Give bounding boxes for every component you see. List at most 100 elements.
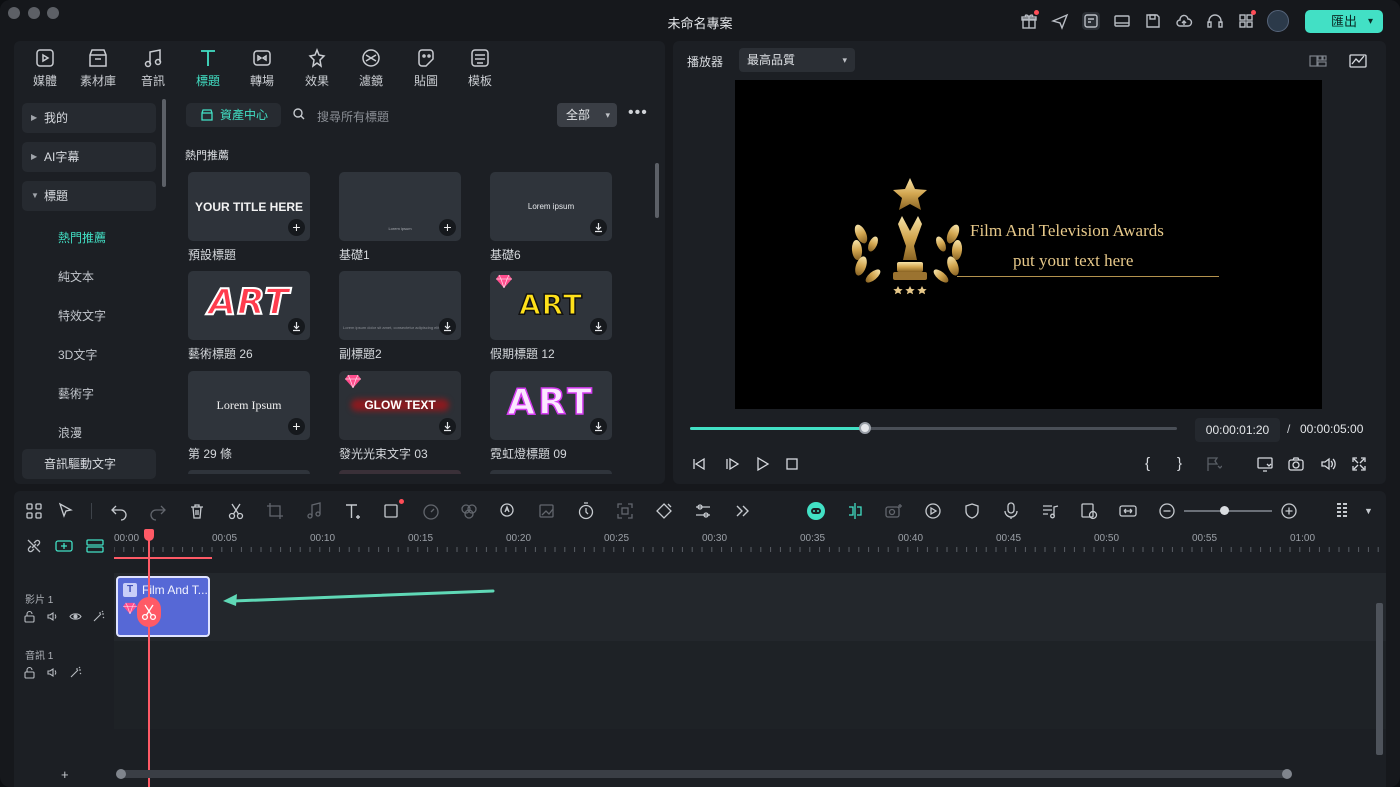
tab-audio[interactable]: 音訊 — [130, 47, 176, 89]
sidebar-subitem-popular[interactable]: 熱門推薦 — [58, 229, 106, 246]
title-card[interactable] — [339, 470, 461, 474]
eye-icon[interactable] — [69, 610, 82, 623]
tab-templates[interactable]: 模板 — [457, 47, 503, 89]
sidebar-subitem-art-text[interactable]: 藝術字 — [58, 385, 94, 402]
progress-knob[interactable] — [859, 422, 872, 434]
sidebar-scrollbar[interactable] — [162, 99, 166, 187]
select-pointer-icon[interactable] — [56, 501, 76, 521]
next-frame-icon[interactable] — [722, 455, 740, 473]
undo-icon[interactable] — [109, 501, 129, 521]
tab-effects[interactable]: 效果 — [294, 47, 340, 89]
lock-icon[interactable] — [23, 610, 36, 623]
more-options-button[interactable]: ••• — [628, 104, 648, 122]
media-replace-icon[interactable] — [1079, 501, 1099, 521]
speaker-icon[interactable] — [46, 610, 59, 623]
scope-icon[interactable] — [1349, 52, 1367, 70]
add-track-button[interactable]: + — [61, 767, 69, 782]
category-filter-select[interactable]: 全部 ▾ — [557, 103, 617, 127]
sidebar-item-titles[interactable]: ▼ 標題 — [22, 181, 156, 211]
title-card[interactable]: ART 假期標題 12 — [490, 271, 612, 362]
lock-icon[interactable] — [23, 666, 36, 679]
microphone-icon[interactable] — [1001, 501, 1021, 521]
title-card[interactable]: Lorem ipsum 基礎6 — [490, 172, 612, 263]
sidebar-item-audio-driven[interactable]: 音訊驅動文字 — [22, 449, 156, 479]
download-icon[interactable] — [439, 318, 456, 335]
mark-in-button[interactable]: { — [1145, 455, 1150, 472]
title-card[interactable] — [490, 470, 612, 474]
download-icon[interactable] — [590, 219, 607, 236]
sidebar-subitem-3d-text[interactable]: 3D文字 — [58, 346, 97, 363]
asset-center-button[interactable]: 資產中心 — [186, 103, 281, 127]
playhead[interactable] — [148, 533, 150, 787]
title-card[interactable]: Lorem Ipsum + 第 29 條 — [188, 371, 310, 462]
headset-icon[interactable] — [1206, 12, 1224, 30]
time-ruler[interactable]: 00:00 00:05 00:10 00:15 00:20 00:25 00:3… — [114, 531, 1386, 559]
quality-select[interactable]: 最高品質 ▾ — [739, 48, 855, 72]
title-card[interactable]: Lorem ipsum dolor sit amet, consectetur … — [339, 271, 461, 362]
export-button[interactable]: 匯出 ▾ — [1305, 10, 1383, 33]
title-card[interactable]: YOUR TITLE HERE + 預設標題 — [188, 172, 310, 263]
tab-stickers[interactable]: 貼圖 — [403, 47, 449, 89]
track-manager-icon[interactable] — [86, 538, 104, 554]
zoom-slider-knob[interactable] — [1220, 506, 1229, 515]
camera-add-icon[interactable] — [884, 501, 904, 521]
volume-icon[interactable] — [1319, 455, 1337, 473]
download-icon[interactable] — [590, 318, 607, 335]
sidebar-item-ai-captions[interactable]: ▶ AI字幕 — [22, 142, 156, 172]
scroll-handle-left[interactable] — [116, 769, 126, 779]
adjust-sliders-icon[interactable] — [693, 501, 713, 521]
audio-track-lane[interactable] — [114, 641, 1386, 729]
color-icon[interactable] — [459, 501, 479, 521]
ai-assistant-icon[interactable] — [806, 501, 826, 521]
cloud-upload-icon[interactable] — [1175, 12, 1193, 30]
fit-timeline-icon[interactable] — [1118, 501, 1138, 521]
download-icon[interactable] — [439, 418, 456, 435]
magic-wand-icon[interactable] — [92, 610, 105, 623]
scroll-handle-right[interactable] — [1282, 769, 1292, 779]
stop-icon[interactable] — [783, 455, 801, 473]
shield-icon[interactable] — [962, 501, 982, 521]
crop-icon[interactable] — [265, 501, 285, 521]
speaker-icon[interactable] — [46, 666, 59, 679]
download-icon[interactable] — [288, 318, 305, 335]
title-card[interactable]: GLOW TEXT 發光光束文字 03 — [339, 371, 461, 462]
add-icon[interactable]: + — [288, 418, 305, 435]
work-area-range[interactable] — [114, 557, 212, 559]
image-edit-icon[interactable] — [537, 501, 557, 521]
layout-icon[interactable] — [1113, 12, 1131, 30]
send-icon[interactable] — [1050, 12, 1069, 30]
redo-icon[interactable] — [148, 501, 168, 521]
current-timecode[interactable]: 00:00:01:20 — [1195, 418, 1280, 442]
speed-icon[interactable] — [421, 501, 441, 521]
title-card[interactable]: Lorem ipsum + 基礎1 — [339, 172, 461, 263]
auto-reframe-icon[interactable] — [615, 501, 635, 521]
delete-icon[interactable] — [187, 501, 207, 521]
display-icon[interactable] — [1256, 455, 1274, 473]
zoom-out-icon[interactable] — [1157, 501, 1177, 521]
track-view-icon[interactable] — [1334, 501, 1354, 521]
video-track-lane[interactable] — [114, 573, 1386, 641]
zoom-in-icon[interactable] — [1279, 501, 1299, 521]
split-handle[interactable] — [137, 597, 161, 627]
tab-stock[interactable]: 素材庫 — [75, 47, 121, 89]
grid-view-icon[interactable] — [1309, 52, 1327, 70]
layout-grid-icon[interactable] — [24, 501, 44, 521]
sidebar-subitem-effect-text[interactable]: 特效文字 — [58, 307, 106, 324]
play-icon[interactable] — [753, 455, 771, 473]
snap-icon[interactable] — [845, 501, 865, 521]
more-tools-icon[interactable] — [732, 501, 752, 521]
tab-filters[interactable]: 濾鏡 — [348, 47, 394, 89]
avatar[interactable] — [1267, 10, 1289, 32]
previous-frame-icon[interactable] — [690, 455, 708, 473]
marker-icon[interactable] — [1204, 455, 1223, 473]
timer-icon[interactable] — [576, 501, 596, 521]
keyframe-icon[interactable] — [654, 501, 674, 521]
chevron-down-icon[interactable]: ▼ — [1364, 506, 1373, 516]
tab-transitions[interactable]: 轉場 — [239, 47, 285, 89]
add-track-icon[interactable] — [55, 538, 73, 554]
link-icon[interactable] — [26, 538, 42, 554]
sidebar-item-mine[interactable]: ▶ 我的 — [22, 103, 156, 133]
download-icon[interactable] — [590, 418, 607, 435]
snapshot-icon[interactable] — [1287, 455, 1305, 473]
shape-icon[interactable] — [382, 501, 402, 521]
